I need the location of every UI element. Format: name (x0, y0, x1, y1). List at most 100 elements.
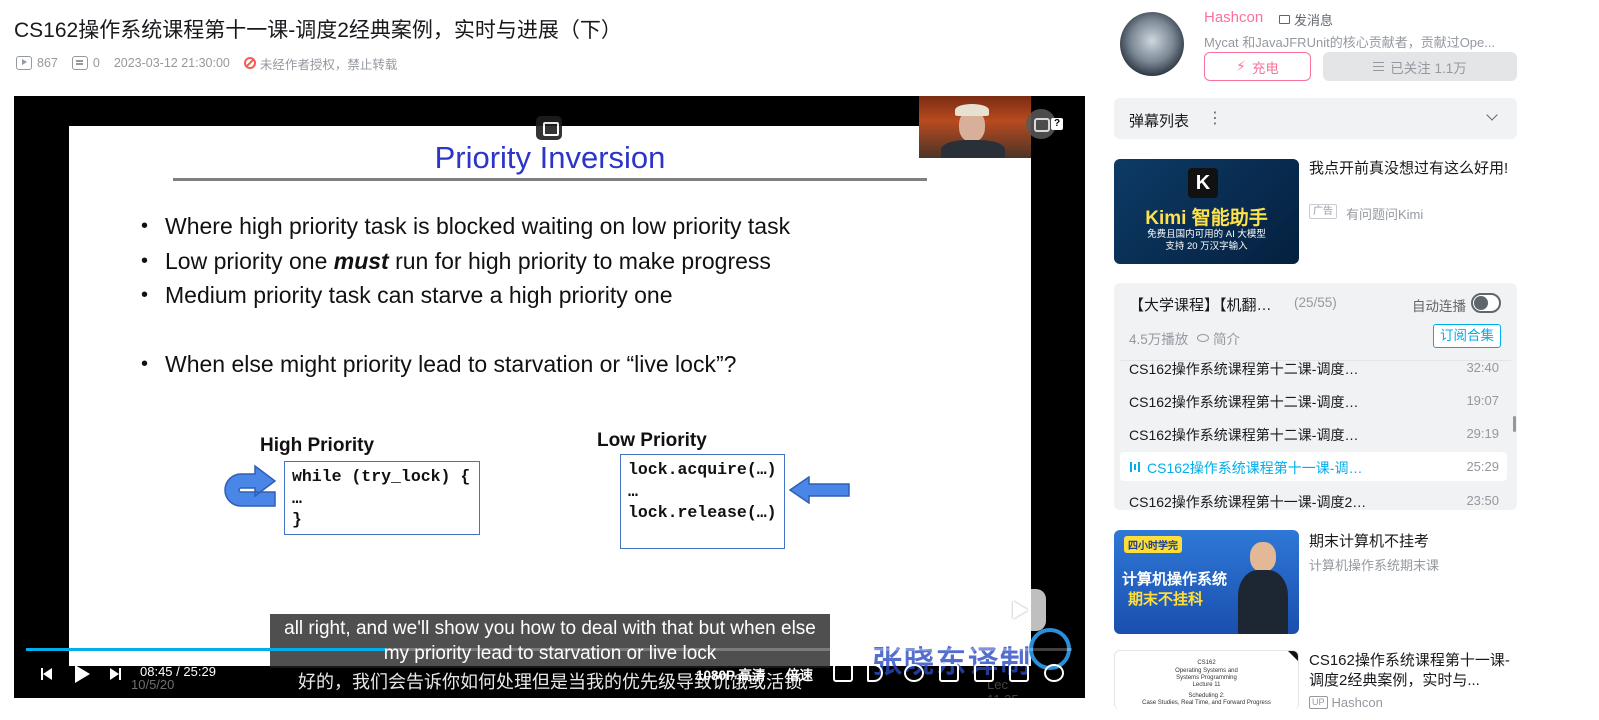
thumb-text: Operating Systems and (1175, 668, 1238, 674)
up-badge: UP (1309, 696, 1328, 709)
thumb-text: Lecture 11 (1192, 682, 1221, 688)
danmaku-list-bar[interactable]: 弹幕列表 ⋮ (1114, 98, 1517, 139)
send-message-link[interactable]: 发消息 (1279, 10, 1333, 29)
playlist-episode-current[interactable]: CS162操作系统课程第十一课-调… 25:29 (1120, 452, 1507, 481)
code-line: while (try_lock) { (292, 467, 471, 486)
episode-duration: 25:29 (1466, 459, 1499, 474)
playlist-panel: 【大学课程】【机翻… (25/55) 自动连播 4.5万播放 简介 订阅合集 C… (1114, 283, 1517, 510)
time-display: 08:45 / 25:29 (140, 664, 216, 679)
previous-icon[interactable] (34, 662, 58, 686)
play-icon[interactable] (69, 662, 93, 686)
current-time: 08:45 (140, 664, 173, 679)
autoplay-label: 自动连播 (1412, 299, 1466, 314)
subscribe-collection-button[interactable]: 订阅合集 (1433, 324, 1501, 348)
autoplay-toggle[interactable] (1471, 293, 1501, 313)
episode-duration: 19:07 (1466, 393, 1499, 408)
recommendation-thumbnail[interactable]: 四小时学完 计算机操作系统 期末不挂科 (1114, 530, 1299, 634)
thumb-text: Scheduling 2: (1188, 693, 1225, 699)
recommendation-thumbnail[interactable]: CS162 Operating Systems and Systems Prog… (1114, 650, 1299, 710)
webfullscreen-icon[interactable] (1009, 664, 1029, 682)
thumb-text: CS162 (1197, 660, 1216, 666)
progress-bar[interactable] (26, 648, 1072, 651)
charge-button[interactable]: ⚡ 充电 (1204, 52, 1311, 81)
thumb-badge: 四小时学完 (1124, 536, 1182, 553)
view-count: 867 (16, 56, 58, 70)
playlist-scrollbar[interactable] (1513, 416, 1516, 432)
code-line: } (292, 510, 302, 529)
episode-title: CS162操作系统课程第十二课-调度… (1129, 427, 1359, 443)
pip-mode-icon[interactable] (939, 664, 959, 682)
video-player[interactable]: Priority Inversion Where high priority t… (14, 96, 1085, 698)
code-line: … (292, 488, 302, 508)
help-icon[interactable]: ? (1051, 118, 1063, 130)
danmaku-toggle-icon[interactable] (833, 664, 853, 682)
menu-lines-icon (1373, 62, 1385, 71)
left-arrow-icon (789, 476, 850, 504)
thumb-text: Systems Programming (1176, 675, 1237, 681)
ad-thumbnail[interactable]: K Kimi 智能助手 免费且国内可用的 AI 大模型 支持 20 万汉字输入 (1114, 159, 1299, 264)
person-head (1250, 542, 1276, 572)
ad-source[interactable]: 有问题问Kimi (1346, 204, 1423, 223)
recommendation-subtitle[interactable]: 计算机操作系统期末课 (1309, 555, 1439, 574)
video-meta: 867 0 2023-03-12 21:30:00 未经作者授权，禁止转载 (16, 54, 398, 73)
code-line: … (628, 481, 638, 501)
playlist-episode[interactable]: CS162操作系统课程第十二课-调度… 32:40 (1120, 353, 1507, 382)
quality-button[interactable]: 1080P 高清 (696, 664, 766, 684)
recommendation-uploader[interactable]: UP Hashcon (1309, 695, 1383, 710)
playlist-episode[interactable]: CS162操作系统课程第十一课-调度2… 23:50 (1120, 486, 1507, 510)
episode-title: CS162操作系统课程第十一课-调… (1147, 460, 1363, 476)
code-line: lock.acquire(…) (628, 460, 777, 479)
lecturer-shirt (941, 140, 1005, 158)
thumb-person (1238, 538, 1288, 634)
play-count-icon (16, 56, 32, 70)
ad-thumb-line: 支持 20 万汉字输入 (1165, 241, 1248, 252)
widescreen-icon[interactable] (974, 664, 994, 682)
playlist-episode[interactable]: CS162操作系统课程第十二课-调度… 19:07 (1120, 386, 1507, 415)
slide-bullet: Where high priority task is blocked wait… (141, 209, 790, 244)
playlist-intro-link[interactable]: 简介 (1197, 328, 1240, 348)
pip-icon[interactable] (536, 116, 562, 140)
high-priority-label: High Priority (260, 435, 375, 456)
ad-thumb-title: Kimi 智能助手 (1145, 208, 1268, 229)
fullscreen-icon[interactable] (1044, 664, 1064, 682)
big-play-icon[interactable] (992, 589, 1046, 631)
follow-label: 已关注 1.1万 (1390, 60, 1467, 76)
slide-bullet: When else might priority lead to starvat… (141, 347, 736, 382)
volume-icon[interactable] (867, 664, 883, 682)
next-icon[interactable] (104, 662, 128, 686)
recommendation-title[interactable]: 期末计算机不挂考 (1309, 530, 1429, 551)
speed-button[interactable]: 倍速 (786, 664, 813, 684)
copyright-notice-text: 未经作者授权，禁止转载 (259, 57, 398, 72)
episode-title: CS162操作系统课程第十二课-调度… (1129, 361, 1359, 377)
lecturer-hat (955, 104, 989, 116)
uploader-name[interactable]: Hashcon (1204, 9, 1263, 26)
uploader-description: Mycat 和JavaJFRUnit的核心贡献者，贡献过Ope... (1204, 35, 1496, 50)
episode-duration: 32:40 (1466, 360, 1499, 375)
more-options-icon[interactable]: ⋮ (1207, 108, 1223, 128)
view-count-value: 867 (37, 56, 58, 70)
lecture-slide: Priority Inversion Where high priority t… (69, 126, 1031, 698)
danmaku-list-title: 弹幕列表 (1129, 113, 1190, 130)
video-title: CS162操作系统课程第十一课-调度2经典案例，实时与进展（下） (14, 19, 622, 42)
copyright-notice: 未经作者授权，禁止转载 (243, 54, 398, 73)
danmaku-count-value: 0 (92, 56, 100, 70)
code-line: lock.release(…) (628, 503, 777, 522)
ad-title[interactable]: 我点开前真没想过有这么好用! (1309, 159, 1509, 179)
chevron-down-icon[interactable] (1486, 109, 1498, 121)
slide-bullets: Where high priority task is blocked wait… (141, 209, 790, 313)
episode-duration: 23:50 (1466, 493, 1499, 508)
settings-icon[interactable] (904, 664, 924, 682)
ad-badge: 广告 (1309, 204, 1337, 219)
playlist-episode[interactable]: CS162操作系统课程第十二课-调度… 29:19 (1120, 419, 1507, 448)
ad-thumb-line: 免费且国内可用的 AI 大模型 (1147, 229, 1266, 240)
slide-bullet: Medium priority task can starve a high p… (141, 278, 790, 313)
playlist-title[interactable]: 【大学课程】【机翻… (1129, 294, 1272, 315)
duration: 25:29 (183, 664, 216, 679)
slide-bullet: Low priority one must run for high prior… (141, 244, 790, 279)
follow-button[interactable]: 已关注 1.1万 (1323, 52, 1517, 81)
lightning-icon: ⚡ (1236, 58, 1246, 74)
low-priority-code: lock.acquire(…) … lock.release(…) (620, 454, 785, 549)
uploader-avatar[interactable] (1120, 12, 1184, 76)
recommendation-title[interactable]: CS162操作系统课程第十一课-调度2经典案例，实时与... (1309, 651, 1519, 691)
low-priority-label: Low Priority (597, 430, 707, 451)
